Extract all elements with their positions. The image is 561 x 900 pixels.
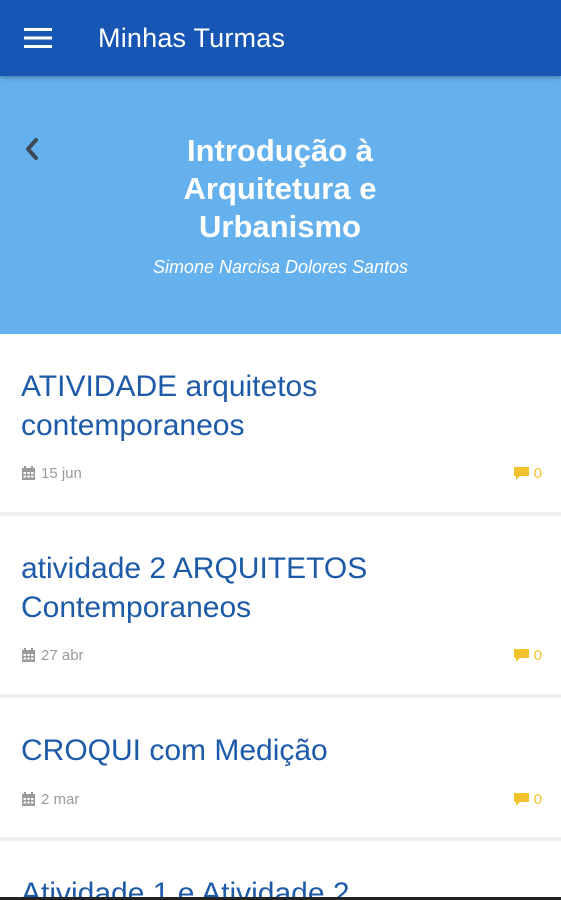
calendar-icon <box>22 792 35 806</box>
comment-count-text: 0 <box>533 791 542 808</box>
activity-date-text: 2 mar <box>41 791 80 808</box>
comment-count-text: 0 <box>533 647 542 664</box>
hamburger-menu-icon <box>24 28 52 48</box>
activity-card[interactable]: atividade 2 ARQUITETOS Contemporaneos 27… <box>0 516 561 694</box>
comment-icon <box>513 793 529 806</box>
comment-icon <box>513 649 529 662</box>
course-header: Introdução à Arquitetura e Urbanismo Sim… <box>0 76 561 334</box>
comment-count[interactable]: 0 <box>513 791 542 808</box>
course-title: Introdução à Arquitetura e Urbanismo <box>183 133 377 244</box>
activity-card[interactable]: ATIVIDADE arquitetos contemporaneos 15 j… <box>0 334 561 512</box>
calendar-icon <box>22 648 35 662</box>
menu-button[interactable] <box>0 0 78 76</box>
comment-count[interactable]: 0 <box>513 465 542 482</box>
page-title: Minhas Turmas <box>98 22 286 53</box>
comment-count[interactable]: 0 <box>513 647 542 664</box>
activity-date: 2 mar <box>21 791 79 808</box>
activity-date: 15 jun <box>21 465 82 482</box>
chevron-left-icon <box>26 138 38 160</box>
activity-list: ATIVIDADE arquitetos contemporaneos 15 j… <box>0 334 561 900</box>
activity-date-text: 27 abr <box>41 647 84 664</box>
activity-title: CROQUI com Medição <box>21 734 328 767</box>
calendar-icon <box>22 466 35 480</box>
app-bar: Minhas Turmas <box>0 0 561 76</box>
activity-card[interactable]: CROQUI com Medição 2 mar 0 <box>0 698 561 837</box>
comment-icon <box>513 467 529 480</box>
activity-card[interactable]: Atividade 1 e Atividade 2 <box>0 841 561 900</box>
activity-date-text: 15 jun <box>41 465 82 482</box>
activity-title: ATIVIDADE arquitetos contemporaneos <box>21 370 318 442</box>
teacher-name: Simone Narcisa Dolores Santos <box>152 257 409 277</box>
activity-title: atividade 2 ARQUITETOS Contemporaneos <box>21 552 368 624</box>
activity-date: 27 abr <box>21 647 84 664</box>
comment-count-text: 0 <box>533 465 542 482</box>
back-button[interactable] <box>18 134 46 164</box>
